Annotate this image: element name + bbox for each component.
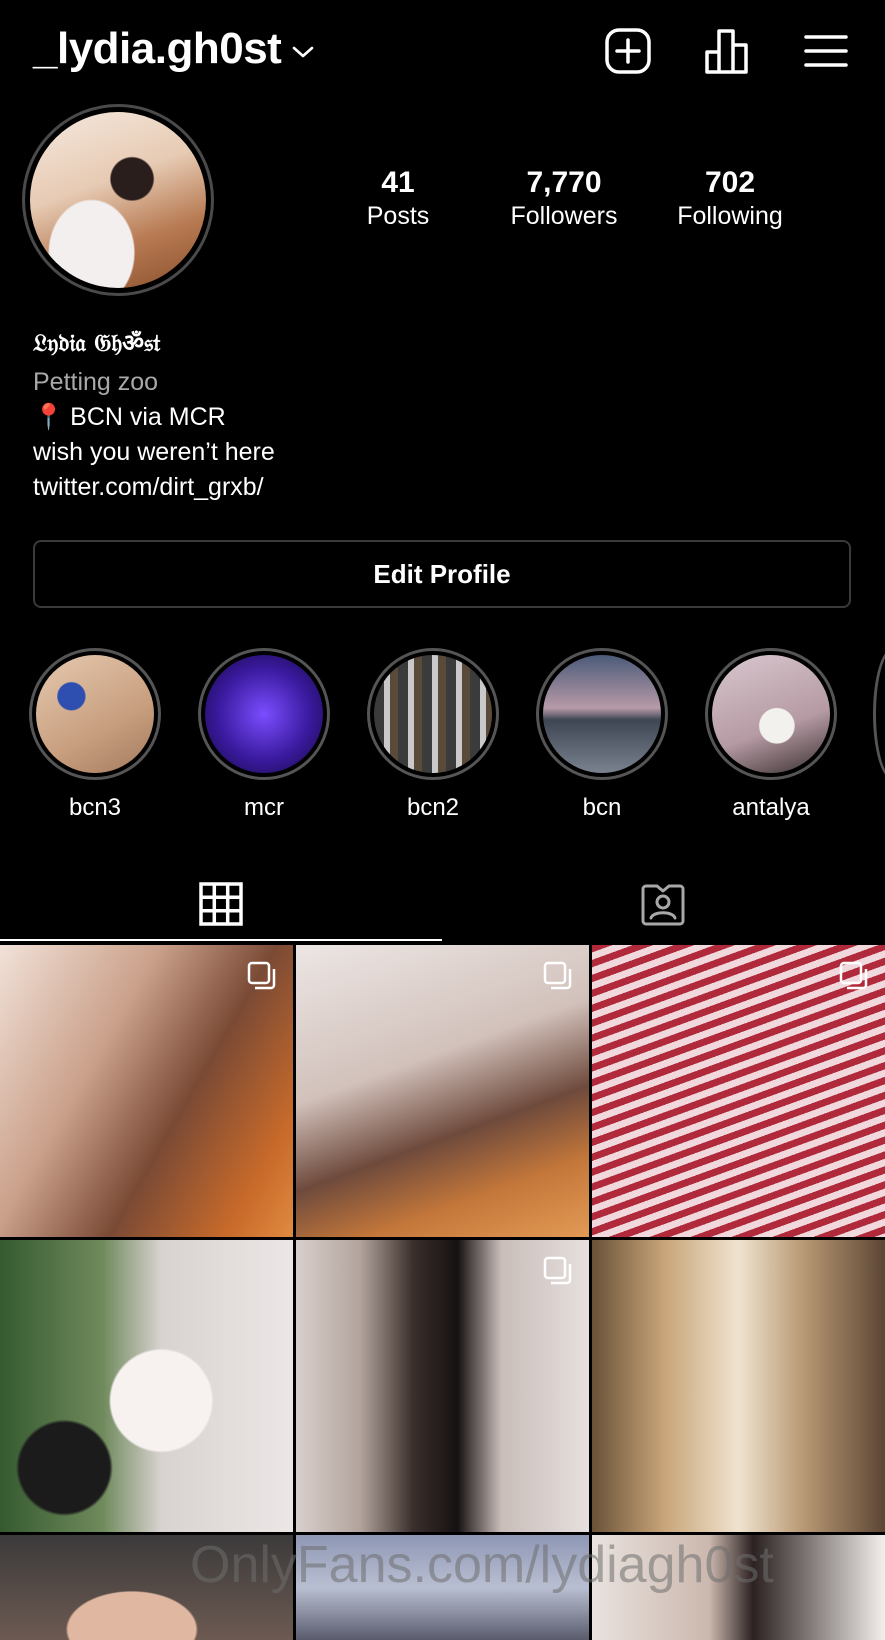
username: _lydia.gh0st (33, 24, 282, 73)
avatar (30, 112, 206, 288)
post-thumbnail[interactable] (296, 1240, 589, 1532)
post-thumbnail[interactable] (592, 1240, 885, 1532)
highlight-label: antalya (732, 794, 810, 821)
stat-followers[interactable]: 7,770 Followers (484, 166, 644, 231)
highlight-thumbnail (374, 655, 492, 773)
highlight-label: mcr (244, 794, 284, 821)
post-thumbnail[interactable] (592, 945, 885, 1237)
multiple-photos-icon (839, 961, 868, 990)
new-post-icon[interactable] (601, 24, 655, 78)
bio-location: 📍 BCN via MCR (33, 403, 226, 432)
stat-following[interactable]: 702 Following (650, 166, 810, 231)
following-label: Following (677, 202, 783, 230)
tab-posts-grid[interactable] (0, 866, 442, 941)
highlight-thumbnail (712, 655, 830, 773)
username-switcher[interactable]: _lydia.gh0st (33, 24, 315, 74)
highlight-mcr[interactable]: mcr (198, 648, 330, 822)
display-name: 𝔏𝔶𝔡𝔦𝔞 𝔊𝔥ॐ𝔰𝔱 (33, 328, 161, 357)
highlight-label: bcn3 (68, 794, 122, 821)
highlight-partial[interactable] (873, 648, 885, 780)
watermark: OnlyFans.com/lydiagh0st (190, 1536, 774, 1594)
edit-profile-button[interactable]: Edit Profile (33, 540, 851, 608)
followers-count: 7,770 (526, 166, 602, 199)
posts-count: 41 (381, 166, 415, 199)
following-count: 702 (704, 166, 756, 199)
active-tab-indicator (0, 939, 442, 941)
pin-icon: 📍 (33, 403, 65, 431)
bio-location-text: BCN via MCR (70, 403, 226, 431)
post-thumbnail[interactable] (0, 945, 293, 1237)
followers-label: Followers (510, 202, 618, 230)
highlight-thumbnail (543, 655, 661, 773)
bio-text: wish you weren’t here (33, 438, 275, 466)
grid-icon (199, 881, 243, 926)
highlight-thumbnail (205, 655, 323, 773)
post-thumbnail[interactable] (296, 945, 589, 1237)
tab-tagged[interactable] (442, 866, 884, 941)
stat-posts[interactable]: 41 Posts (318, 166, 478, 231)
insights-icon[interactable] (700, 24, 754, 78)
highlight-bcn[interactable]: bcn (536, 648, 668, 822)
bio-link[interactable]: twitter.com/dirt_grxb/ (33, 473, 264, 502)
chevron-down-icon (291, 36, 315, 67)
posts-label: Posts (366, 202, 430, 230)
avatar-ring[interactable] (22, 104, 214, 296)
multiple-photos-icon (247, 961, 276, 990)
bio-category: Petting zoo (33, 368, 159, 396)
multiple-photos-icon (543, 961, 572, 990)
menu-icon[interactable] (799, 24, 853, 78)
highlight-bcn2[interactable]: bcn2 (367, 648, 499, 822)
highlight-antalya[interactable]: antalya (705, 648, 837, 822)
post-thumbnail[interactable] (0, 1240, 293, 1532)
highlight-thumbnail (36, 655, 154, 773)
multiple-photos-icon (543, 1256, 572, 1285)
highlight-label: bcn (582, 794, 622, 821)
tagged-icon (641, 884, 685, 925)
highlight-label: bcn2 (406, 794, 460, 821)
highlight-bcn3[interactable]: bcn3 (29, 648, 161, 822)
